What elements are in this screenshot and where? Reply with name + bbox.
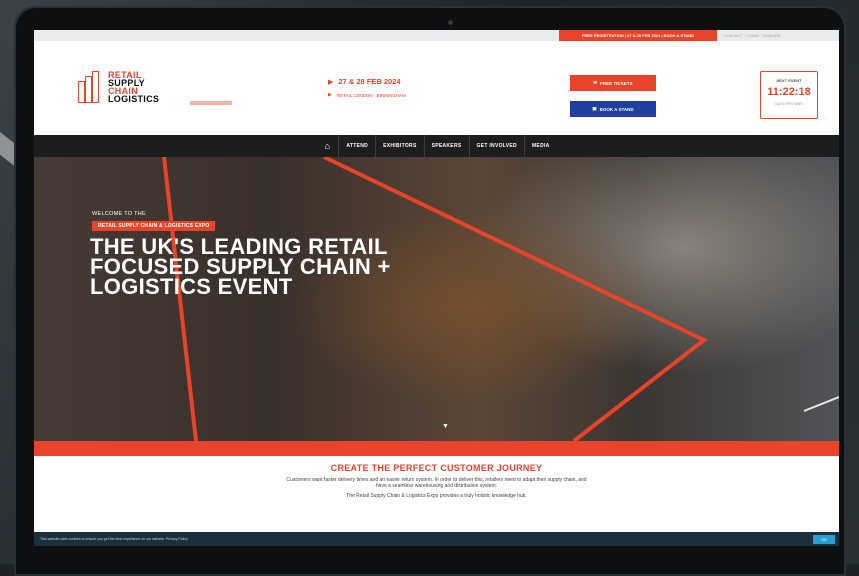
stand-icon: ▣ <box>592 106 597 111</box>
hero-welcome: WELCOME TO THE <box>92 211 147 217</box>
free-tickets-button[interactable]: ✉ FREE TICKETS <box>570 75 656 91</box>
nav-attend[interactable]: ATTEND <box>338 135 375 157</box>
countdown-widget: NEXT EVENT 11:22:18 DAYS HRS MINS <box>760 71 818 119</box>
nav-media[interactable]: MEDIA <box>523 135 557 157</box>
event-venue[interactable]: RETAIL LONDON · BIRMINGHAM <box>337 93 406 98</box>
topbar-links[interactable]: CONTACT · LOGIN · ENQUIRE <box>724 30 781 41</box>
intro-title: CREATE THE PERFECT CUSTOMER JOURNEY <box>330 463 543 473</box>
countdown-units: DAYS HRS MINS <box>775 102 803 106</box>
free-tickets-label: FREE TICKETS <box>600 80 633 86</box>
logo-tagline <box>190 101 232 105</box>
hero-line-white <box>803 396 839 412</box>
hero-decor-lines <box>162 157 839 441</box>
countdown-time: 11:22:18 <box>767 86 811 98</box>
intro-body: Customers want faster delivery times and… <box>286 477 587 489</box>
cookie-banner: This website uses cookies to ensure you … <box>34 532 839 546</box>
book-stand-button[interactable]: ▣ BOOK A STAND <box>570 101 656 117</box>
logo-mark-icon <box>78 71 104 103</box>
nav-get-involved[interactable]: GET INVOLVED <box>468 135 524 157</box>
intro-body-2: The Retail Supply Chain & Logistics Expo… <box>346 493 527 499</box>
nav-speakers[interactable]: SPEAKERS <box>423 135 469 157</box>
hero-line-left <box>162 157 198 441</box>
event-date: 27 & 28 FEB 2024 <box>338 77 401 86</box>
hero-banner: WELCOME TO THE RETAIL SUPPLY CHAIN & LOG… <box>34 157 839 441</box>
site-logo[interactable]: RETAIL SUPPLY CHAIN LOGISTICS <box>78 67 248 117</box>
intro-section: CREATE THE PERFECT CUSTOMER JOURNEY Cust… <box>34 456 839 530</box>
hero-badge: RETAIL SUPPLY CHAIN & LOGISTICS EXPO <box>92 221 216 231</box>
topbar-cta-link[interactable]: FREE REGISTRATION | 27 & 28 FEB 2024 | B… <box>559 30 717 41</box>
accent-band <box>34 441 839 456</box>
cookie-text: This website uses cookies to ensure you … <box>40 537 188 541</box>
cookie-accept-button[interactable]: OK <box>813 535 835 544</box>
hero-line-triangle <box>323 157 708 441</box>
ticket-icon: ✉ <box>593 80 598 85</box>
hero-headline-line-3: LOGISTICS EVENT <box>90 274 293 299</box>
countdown-label: NEXT EVENT <box>776 78 802 83</box>
main-nav: ⌂ ATTEND EXHIBITORS SPEAKERS GET INVOLVE… <box>34 135 839 157</box>
top-bar: FREE REGISTRATION | 27 & 28 FEB 2024 | B… <box>34 30 839 41</box>
website-screen: FREE REGISTRATION | 27 & 28 FEB 2024 | B… <box>34 30 839 546</box>
hero-headline: THE UK'S LEADING RETAIL FOCUSED SUPPLY C… <box>90 236 450 299</box>
play-arrow-icon: ▶ <box>328 92 332 98</box>
play-arrow-icon: ▶ <box>328 78 334 86</box>
book-stand-label: BOOK A STAND <box>599 106 634 112</box>
home-icon[interactable]: ⌂ <box>316 135 338 157</box>
event-info: ▶ 27 & 28 FEB 2024 ▶ RETAIL LONDON · BIR… <box>328 77 406 98</box>
logo-line-4: LOGISTICS <box>108 94 160 104</box>
scroll-down-icon[interactable]: ▼ <box>442 423 449 430</box>
site-header: RETAIL SUPPLY CHAIN LOGISTICS ▶ 27 & 28 … <box>34 41 839 135</box>
camera-icon <box>448 20 453 25</box>
logo-text: RETAIL SUPPLY CHAIN LOGISTICS <box>108 71 160 104</box>
nav-exhibitors[interactable]: EXHIBITORS <box>375 135 423 157</box>
